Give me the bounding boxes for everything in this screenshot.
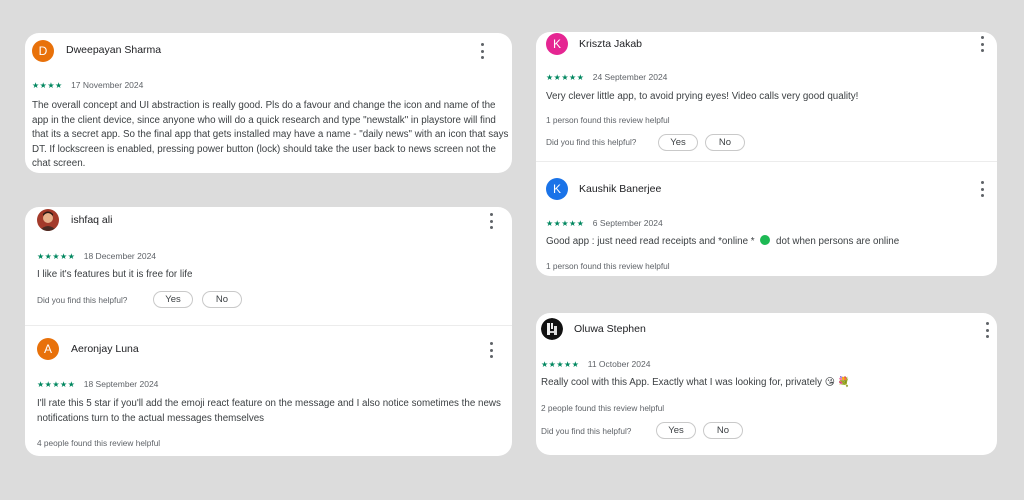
helpful-question: Did you find this helpful? [37, 295, 128, 305]
helpful-question: Did you find this helpful? [546, 137, 637, 147]
avatar: K [546, 178, 568, 200]
review-text: Really cool with this App. Exactly what … [541, 377, 850, 388]
profile-photo-icon [37, 209, 59, 231]
helpful-count: 4 people found this review helpful [37, 438, 161, 448]
review-date: 24 September 2024 [592, 72, 668, 82]
star-rating: ★★★★★ [37, 252, 76, 261]
helpful-no-button[interactable]: No [705, 134, 745, 151]
review-author: ishfaq ali [71, 214, 113, 226]
review-date: 18 December 2024 [83, 251, 157, 261]
avatar: K [546, 33, 568, 55]
more-options-icon[interactable] [485, 342, 497, 358]
review-meta: ★★★★★ 11 October 2024 [541, 359, 650, 369]
helpful-yes-button[interactable]: Yes [656, 422, 696, 439]
helpful-count: 1 person found this review helpful [546, 115, 670, 125]
helpful-no-button[interactable]: No [703, 422, 743, 439]
review-date: 11 October 2024 [587, 359, 651, 369]
review-author: Dweepayan Sharma [66, 44, 162, 56]
review-author: Oluwa Stephen [574, 323, 646, 335]
helpful-count: 1 person found this review helpful [546, 261, 670, 271]
avatar: A [37, 338, 59, 360]
review-card: K Kriszta Jakab ★★★★★ 24 September 2024 … [536, 32, 997, 276]
star-rating: ★★★★★ [541, 360, 580, 369]
review-meta: ★★★★★ 6 September 2024 [546, 218, 663, 228]
review-text: Very clever little app, to avoid prying … [546, 91, 859, 102]
star-rating: ★★★★★ [37, 380, 76, 389]
review-meta: ★★★★★ 18 September 2024 [37, 379, 158, 389]
helpful-yes-button[interactable]: Yes [153, 291, 193, 308]
review-meta: ★★★★★ 18 December 2024 [37, 251, 156, 261]
helpful-count: 2 people found this review helpful [541, 403, 665, 413]
review-text: I like it's features but it is free for … [37, 269, 193, 280]
star-rating: ★★★★★ [546, 73, 585, 82]
review-card: ishfaq ali ★★★★★ 18 December 2024 I like… [25, 207, 512, 456]
review-date: 6 September 2024 [592, 218, 663, 228]
review-text: Good app : just need read receipts and *… [546, 235, 986, 250]
star-rating: ★★★★★ [546, 219, 585, 228]
review-card: D Dweepayan Sharma ★★★★ 17 November 2024… [25, 33, 512, 173]
review-meta: ★★★★★ 24 September 2024 [546, 72, 667, 82]
green-circle-icon [760, 235, 771, 245]
review: A Aeronjay Luna ★★★★★ 18 September 2024 … [25, 329, 512, 456]
helpful-yes-button[interactable]: Yes [658, 134, 698, 151]
review-text: I'll rate this 5 star if you'll add the … [37, 398, 501, 424]
review: ishfaq ali ★★★★★ 18 December 2024 I like… [25, 207, 512, 329]
review-text: The overall concept and UI abstraction i… [32, 100, 509, 170]
more-options-icon[interactable] [976, 181, 988, 197]
more-options-icon[interactable] [981, 322, 993, 338]
profile-photo-icon [541, 318, 563, 340]
review-date: 17 November 2024 [71, 80, 144, 90]
avatar [541, 318, 563, 340]
review-text-part: dot when persons are online [773, 236, 900, 247]
review-date: 18 September 2024 [83, 379, 159, 389]
review-meta: ★★★★ 17 November 2024 [32, 80, 143, 90]
star-rating: ★★★★ [32, 81, 63, 90]
avatar: D [32, 40, 54, 62]
review-author: Kriszta Jakab [579, 38, 643, 50]
avatar [37, 209, 59, 231]
helpful-no-button[interactable]: No [202, 291, 242, 308]
more-options-icon[interactable] [485, 213, 497, 229]
review-card: Oluwa Stephen ★★★★★ 11 October 2024 Real… [536, 313, 997, 455]
review: K Kriszta Jakab ★★★★★ 24 September 2024 … [536, 32, 997, 162]
helpful-question: Did you find this helpful? [541, 426, 632, 436]
more-options-icon[interactable] [476, 43, 488, 59]
review-text-part: Good app : just need read receipts and *… [546, 236, 758, 247]
review-author: Kaushik Banerjee [579, 183, 662, 195]
divider [25, 325, 512, 326]
review: K Kaushik Banerjee ★★★★★ 6 September 202… [536, 162, 997, 276]
more-options-icon[interactable] [976, 36, 988, 52]
review-author: Aeronjay Luna [71, 343, 139, 355]
